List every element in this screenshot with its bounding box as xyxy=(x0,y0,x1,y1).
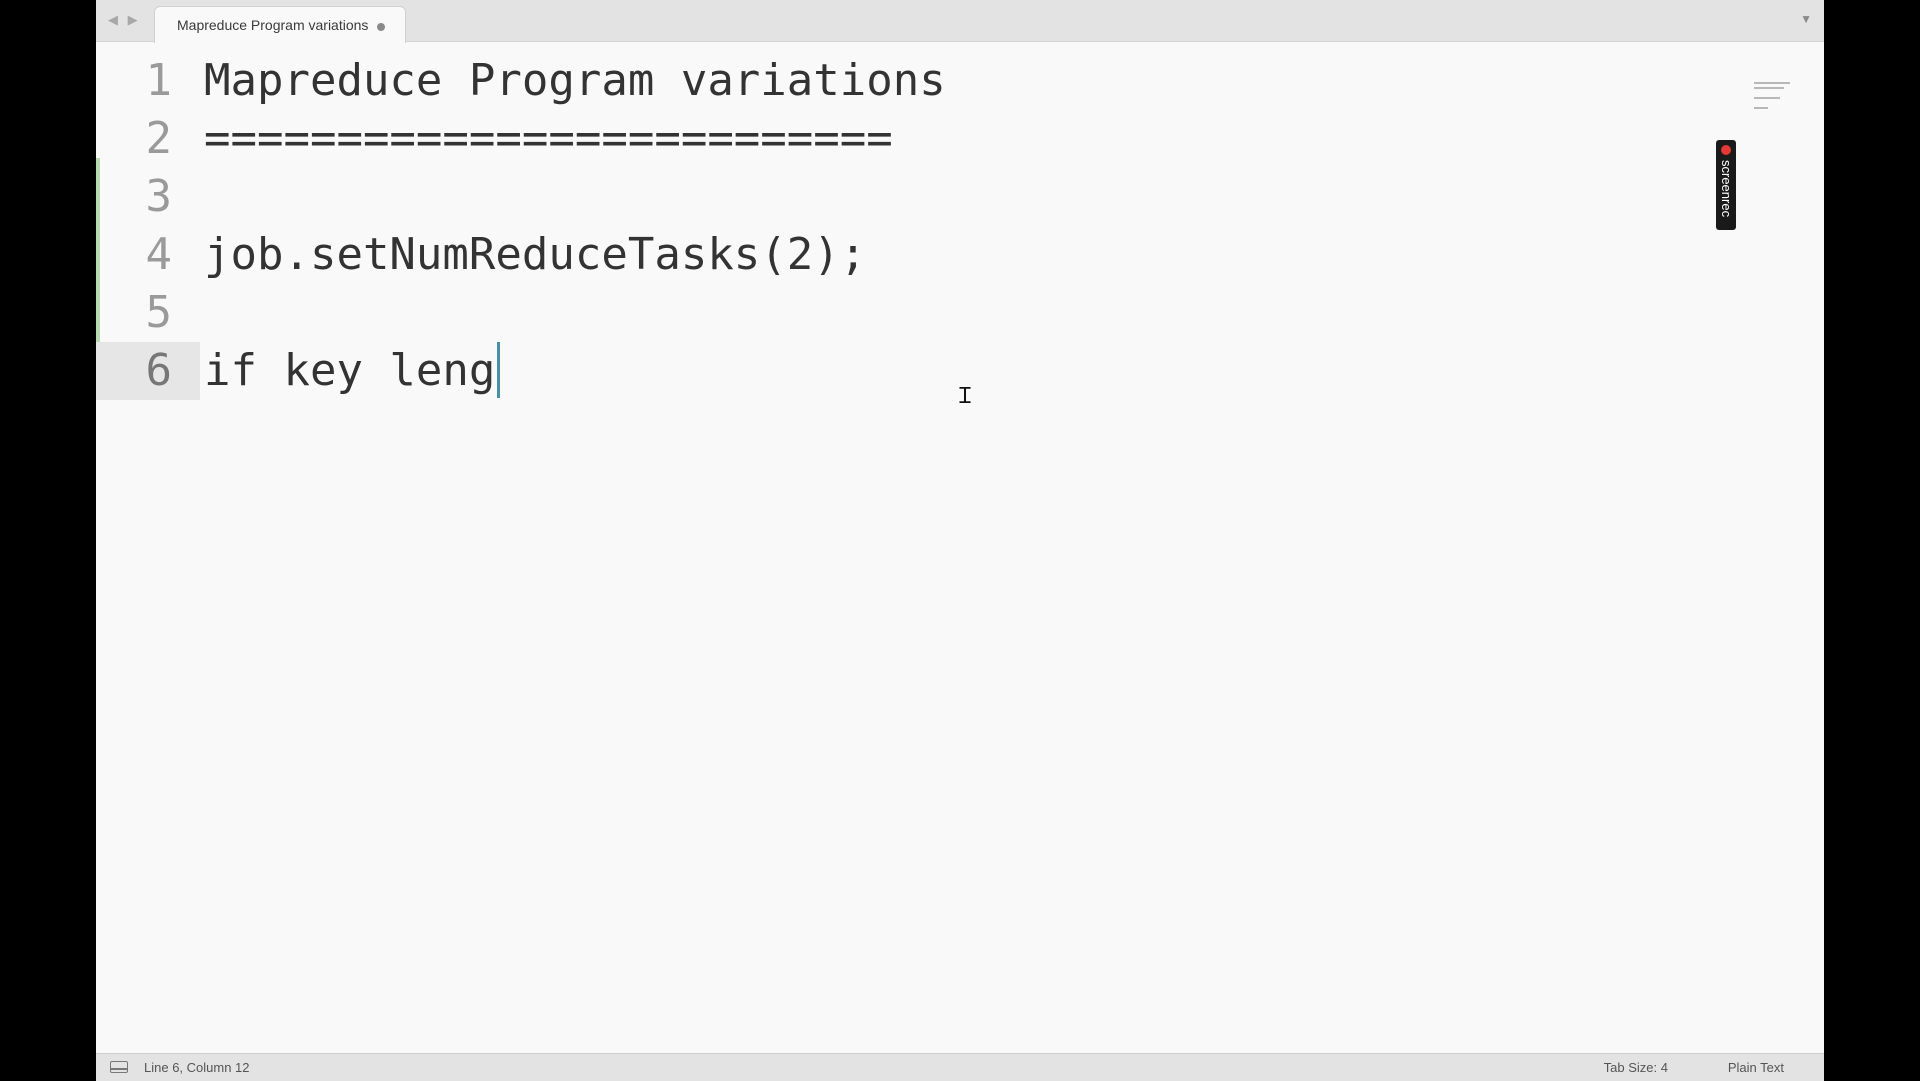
code-line-1: 1 Mapreduce Program variations xyxy=(96,52,1736,110)
code-line-2: 2 ========================== xyxy=(96,110,1736,168)
code-line-5: 5 xyxy=(96,284,1736,342)
syntax-selector[interactable]: Plain Text xyxy=(1728,1060,1784,1075)
nav-arrows: ◀ ▶ xyxy=(108,12,141,28)
line-number: 2 xyxy=(145,113,173,164)
unsaved-dot-icon[interactable] xyxy=(377,23,385,31)
screenrec-badge[interactable]: screenrec xyxy=(1716,140,1736,230)
code-line-4: 4 job.setNumReduceTasks(2); xyxy=(96,226,1736,284)
line-text: job.setNumReduceTasks(2); xyxy=(204,229,867,280)
line-text: if key leng xyxy=(204,345,496,396)
ibeam-cursor-icon: Ｉ xyxy=(954,384,977,409)
back-arrow-icon[interactable]: ◀ xyxy=(108,12,121,27)
line-text-active: if key leng xyxy=(204,342,501,400)
cursor-position: Line 6, Column 12 xyxy=(144,1060,250,1075)
record-icon xyxy=(1721,145,1731,155)
tab-title: Mapreduce Program variations xyxy=(177,17,369,33)
text-editor[interactable]: 1 Mapreduce Program variations 2 =======… xyxy=(96,42,1824,1053)
minimap[interactable] xyxy=(1754,82,1794,112)
tab-bar: ◀ ▶ Mapreduce Program variations ▼ xyxy=(96,0,1824,43)
editor-window: ◀ ▶ Mapreduce Program variations ▼ 1 Map… xyxy=(96,0,1824,1081)
line-number: 5 xyxy=(145,287,173,338)
line-number: 6 xyxy=(96,342,200,400)
tab-size-selector[interactable]: Tab Size: 4 xyxy=(1604,1060,1668,1075)
tab-mapreduce-program-variations[interactable]: Mapreduce Program variations xyxy=(154,6,406,43)
line-number: 1 xyxy=(145,55,173,106)
forward-arrow-icon[interactable]: ▶ xyxy=(128,12,141,27)
panel-toggle-icon[interactable] xyxy=(110,1061,128,1073)
code-line-6: 6 if key leng xyxy=(96,342,1736,400)
text-caret xyxy=(497,342,501,398)
line-number: 3 xyxy=(145,171,173,222)
status-bar: Line 6, Column 12 Tab Size: 4 Plain Text xyxy=(96,1053,1824,1081)
line-text: Mapreduce Program variations xyxy=(204,55,946,106)
screenrec-label: screenrec xyxy=(1719,160,1734,218)
line-number: 4 xyxy=(145,229,173,280)
chevron-down-icon[interactable]: ▼ xyxy=(1800,12,1812,26)
line-text: ========================== xyxy=(204,113,893,164)
code-line-3: 3 xyxy=(96,168,1736,226)
